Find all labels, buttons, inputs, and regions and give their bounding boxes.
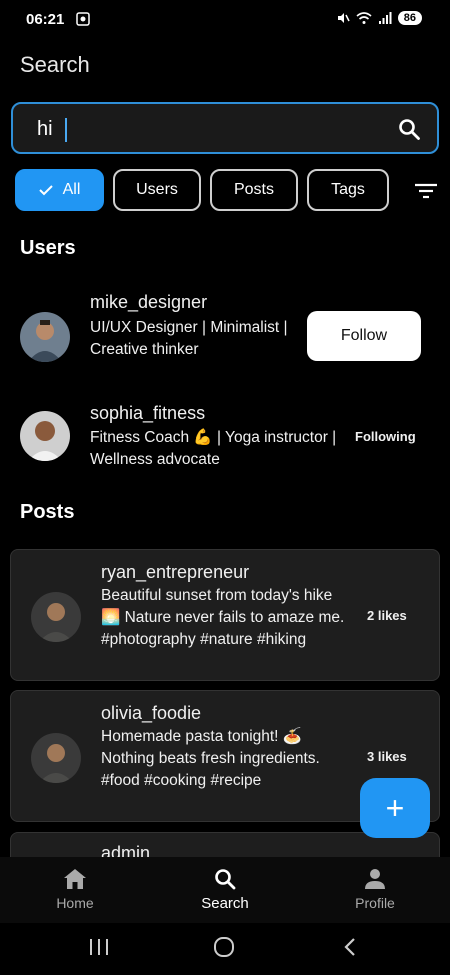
avatar bbox=[31, 592, 81, 642]
search-input[interactable]: hi bbox=[37, 118, 53, 141]
post-card[interactable]: ryan_entrepreneur Beautiful sunset from … bbox=[10, 549, 440, 681]
filter-chips: All Users Posts Tags bbox=[15, 169, 389, 211]
back-icon[interactable] bbox=[342, 937, 358, 957]
nav-label-home: Home bbox=[56, 895, 94, 911]
chip-posts-label: Posts bbox=[233, 181, 274, 198]
nav-item-profile[interactable]: Profile bbox=[315, 867, 435, 911]
nav-label-search: Search bbox=[201, 895, 249, 912]
screen-record-icon bbox=[76, 12, 90, 26]
page-title: Search bbox=[20, 52, 90, 77]
status-icons: 86 bbox=[336, 11, 422, 25]
following-button[interactable]: Following bbox=[355, 429, 416, 444]
search-icon[interactable] bbox=[397, 117, 421, 141]
user-name: sophia_fitness bbox=[90, 403, 206, 423]
recent-apps-icon[interactable] bbox=[88, 937, 110, 957]
post-likes: 3 likes bbox=[367, 749, 407, 764]
user-bio: UI/UX Designer | Minimalist | Creative t… bbox=[90, 319, 288, 358]
battery-indicator: 86 bbox=[397, 11, 422, 25]
mute-icon bbox=[337, 13, 350, 23]
chip-users[interactable]: Users bbox=[113, 169, 201, 211]
status-time: 06:21 bbox=[26, 11, 65, 28]
chip-posts[interactable]: Posts bbox=[210, 169, 298, 211]
filter-icon[interactable] bbox=[414, 182, 438, 200]
chip-tags-label: Tags bbox=[331, 181, 365, 198]
chip-tags[interactable]: Tags bbox=[307, 169, 389, 211]
nav-item-search[interactable]: Search bbox=[165, 867, 285, 912]
wifi-icon bbox=[356, 12, 372, 24]
status-bar: 06:21 86 bbox=[0, 0, 450, 40]
post-author: olivia_foodie bbox=[101, 703, 202, 723]
nav-item-home[interactable]: Home bbox=[15, 867, 135, 911]
nav-label-profile: Profile bbox=[355, 895, 395, 911]
check-icon bbox=[38, 185, 53, 196]
chip-users-label: Users bbox=[136, 181, 178, 198]
text-caret bbox=[65, 118, 67, 142]
add-post-button[interactable]: + bbox=[360, 778, 430, 838]
chip-all[interactable]: All bbox=[15, 169, 104, 211]
system-nav-bar bbox=[0, 923, 450, 975]
post-text: Beautiful sunset from today's hike 🌅 Nat… bbox=[101, 587, 345, 648]
user-bio: Fitness Coach 💪 | Yoga instructor | Well… bbox=[90, 429, 337, 468]
signal-icon bbox=[378, 12, 392, 24]
avatar bbox=[20, 312, 70, 362]
bottom-nav: Home Search Profile bbox=[0, 857, 450, 923]
users-section-title: Users bbox=[20, 237, 76, 259]
posts-section-title: Posts bbox=[20, 501, 75, 523]
post-likes: 2 likes bbox=[367, 608, 407, 623]
chip-all-label: All bbox=[62, 181, 81, 198]
avatar bbox=[31, 733, 81, 783]
search-icon bbox=[215, 869, 236, 890]
post-author: ryan_entrepreneur bbox=[101, 562, 250, 582]
search-box[interactable]: hi bbox=[11, 102, 439, 154]
home-icon bbox=[64, 869, 86, 889]
post-text: Homemade pasta tonight! 🍝 Nothing beats … bbox=[101, 728, 320, 789]
home-button-icon[interactable] bbox=[212, 937, 236, 957]
person-icon bbox=[365, 869, 385, 889]
follow-button[interactable]: Follow bbox=[307, 311, 421, 361]
avatar bbox=[20, 411, 70, 461]
user-name: mike_designer bbox=[90, 292, 208, 312]
